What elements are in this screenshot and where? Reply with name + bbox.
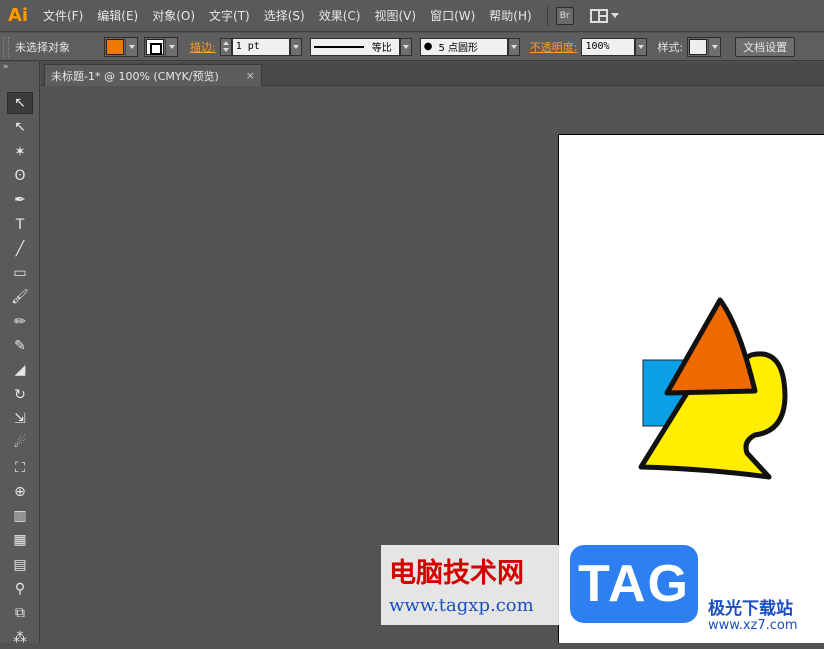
- warp-tool-icon[interactable]: ☄: [7, 432, 33, 454]
- menu-view[interactable]: 视图(V): [367, 7, 423, 24]
- graphic-style-picker[interactable]: [687, 36, 722, 57]
- type-tool-icon[interactable]: T: [7, 214, 33, 236]
- menu-bar: Ai 文件(F) 编辑(E) 对象(O) 文字(T) 选择(S) 效果(C) 视…: [0, 0, 824, 32]
- opacity-field[interactable]: 100%: [581, 37, 636, 56]
- watermark-title: 电脑技术网: [389, 558, 524, 589]
- selection-status: 未选择对象: [15, 40, 70, 54]
- eraser-tool-icon[interactable]: ◢: [7, 359, 33, 381]
- stroke-weight-dropdown[interactable]: [289, 37, 302, 56]
- menu-window[interactable]: 窗口(W): [423, 7, 482, 24]
- menu-file[interactable]: 文件(F): [36, 7, 90, 24]
- chevron-down-icon: [638, 44, 645, 49]
- chevron-down-icon: [711, 44, 718, 49]
- workspace-layout-icon: [589, 8, 608, 23]
- bridge-button[interactable]: Br: [555, 6, 574, 25]
- stroke-weight-stepper[interactable]: [219, 37, 232, 56]
- watermark-site-url: www.xz7.com: [708, 618, 798, 633]
- arrow-down-icon: [222, 48, 229, 52]
- document-setup-button[interactable]: 文档设置: [735, 36, 796, 57]
- selection-tool-icon[interactable]: ↖: [7, 92, 33, 114]
- style-label: 样式:: [657, 40, 684, 54]
- stroke-dropdown[interactable]: [165, 37, 177, 56]
- menu-items: 文件(F) 编辑(E) 对象(O) 文字(T) 选择(S) 效果(C) 视图(V…: [36, 7, 539, 24]
- free-transform-tool-icon[interactable]: ⛶: [7, 457, 33, 479]
- watermark-site: 极光下载站 www.xz7.com: [708, 594, 824, 639]
- blob-brush-tool-icon[interactable]: ✎: [7, 335, 33, 357]
- line-tool-icon[interactable]: ╱: [7, 238, 33, 260]
- fill-dropdown[interactable]: [125, 37, 137, 56]
- chevron-down-icon: [128, 44, 135, 49]
- orange-triangle[interactable]: [664, 297, 758, 396]
- profile-label: 等比: [371, 43, 392, 54]
- menu-help[interactable]: 帮助(H): [482, 7, 538, 24]
- brush-label: 5 点圆形: [438, 43, 478, 54]
- fill-swatch: [106, 38, 124, 55]
- watermark-tag-logo: TAG: [570, 545, 698, 623]
- tools-panel: » ↖ ↖ ✶ ʘ ✒ T ╱ ▭ 🖌 ✏ ✎ ◢ ↻ ⇲ ☄ ⛶ ⊕ ▥ ▦ ▤ ⚲ ⧉ ⁂: [0, 62, 40, 646]
- opacity-dropdown[interactable]: [635, 37, 648, 56]
- document-tab-bar: 未标题-1* @ 100% (CMYK/预览) ×: [41, 62, 824, 86]
- pencil-tool-icon[interactable]: ✏: [7, 311, 33, 333]
- watermark-site-name: 极光下载站: [708, 599, 793, 619]
- fill-color-picker[interactable]: [104, 36, 138, 57]
- panel-grip[interactable]: [3, 36, 9, 57]
- variable-width-profile[interactable]: 等比: [309, 37, 400, 56]
- rotate-tool-icon[interactable]: ↻: [7, 384, 33, 406]
- document-tab-title: 未标题-1* @ 100% (CMYK/预览): [51, 69, 219, 83]
- mesh-tool-icon[interactable]: ▦: [7, 529, 33, 551]
- stroke-label[interactable]: 描边:: [190, 39, 216, 55]
- paintbrush-tool-icon[interactable]: 🖌: [7, 286, 33, 308]
- document-tab[interactable]: 未标题-1* @ 100% (CMYK/预览) ×: [44, 64, 262, 86]
- stroke-color-picker[interactable]: [144, 36, 178, 57]
- brush-definition[interactable]: ● 5 点圆形: [419, 37, 508, 56]
- chevron-down-icon: [610, 13, 619, 18]
- blend-tool-icon[interactable]: ⧉: [7, 602, 33, 624]
- arrow-up-icon: [222, 41, 229, 45]
- watermark-url: www.tagxp.com: [389, 595, 534, 616]
- pen-tool-icon[interactable]: ✒: [7, 189, 33, 211]
- stroke-swatch: [146, 38, 164, 55]
- style-dropdown[interactable]: [708, 37, 721, 56]
- rectangle-tool-icon[interactable]: ▭: [7, 262, 33, 284]
- chevron-down-icon: [168, 44, 175, 49]
- graph-tool-icon[interactable]: ▥: [7, 505, 33, 527]
- scale-tool-icon[interactable]: ⇲: [7, 408, 33, 430]
- style-swatch: [689, 38, 708, 55]
- eyedropper-tool-icon[interactable]: ⚲: [7, 578, 33, 600]
- gradient-tool-icon[interactable]: ▤: [7, 554, 33, 576]
- magic-wand-tool-icon[interactable]: ✶: [7, 141, 33, 163]
- lasso-tool-icon[interactable]: ʘ: [7, 165, 33, 187]
- brush-dropdown[interactable]: [507, 37, 520, 56]
- chevron-down-icon: [292, 44, 299, 49]
- app-logo: Ai: [7, 5, 29, 26]
- profile-dropdown[interactable]: [399, 37, 412, 56]
- menu-type[interactable]: 文字(T): [202, 7, 257, 24]
- brush-dot-icon: ●: [423, 41, 433, 52]
- profile-line-preview: [313, 45, 364, 48]
- close-icon[interactable]: ×: [246, 69, 255, 82]
- direct-selection-tool-icon[interactable]: ↖: [7, 116, 33, 138]
- menu-separator: [546, 5, 548, 26]
- control-bar: 未选择对象 描边: 1 pt 等比 ● 5 点圆形 不透明度: 100% 样式:…: [0, 33, 824, 61]
- expand-panel-icon[interactable]: »: [0, 62, 39, 76]
- canvas-area[interactable]: 电脑技术网 www.tagxp.com TAG 极光下载站 www.xz7.co…: [41, 87, 824, 643]
- chevron-down-icon: [402, 44, 409, 49]
- menu-edit[interactable]: 编辑(E): [90, 7, 145, 24]
- menu-effect[interactable]: 效果(C): [312, 7, 368, 24]
- symbol-sprayer-tool-icon[interactable]: ⁂: [7, 627, 33, 649]
- chevron-down-icon: [510, 44, 517, 49]
- opacity-label[interactable]: 不透明度:: [530, 39, 578, 55]
- menu-object[interactable]: 对象(O): [145, 7, 202, 24]
- shape-builder-tool-icon[interactable]: ⊕: [7, 481, 33, 503]
- watermark-text-block: 电脑技术网 www.tagxp.com: [381, 545, 561, 625]
- stroke-weight-field[interactable]: 1 pt: [231, 37, 290, 56]
- workspace-switcher[interactable]: [589, 8, 619, 23]
- menu-select[interactable]: 选择(S): [257, 7, 312, 24]
